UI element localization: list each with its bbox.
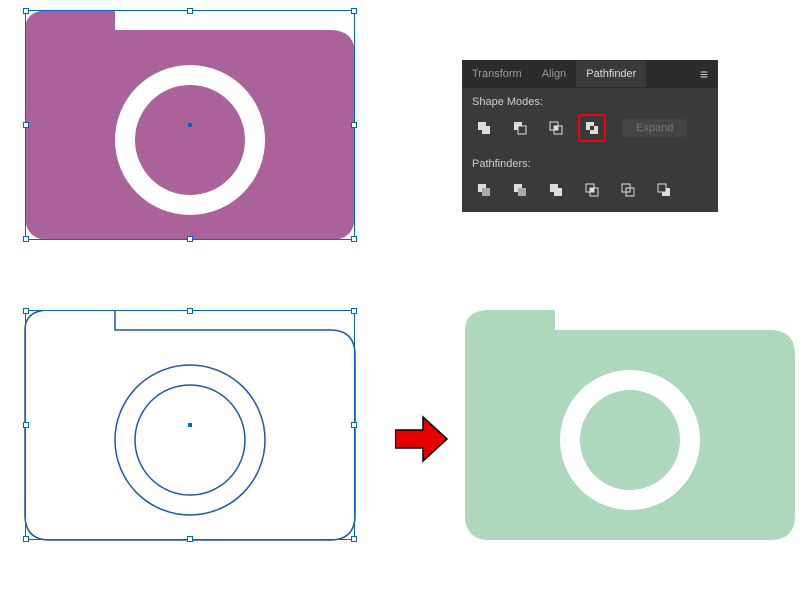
camera-shape-green-result	[455, 310, 804, 565]
camera-shape-purple[interactable]	[15, 10, 365, 265]
intersect-icon[interactable]	[544, 116, 568, 140]
outline-icon[interactable]	[616, 178, 640, 202]
merge-icon[interactable]	[544, 178, 568, 202]
pathfinders-label: Pathfinders:	[472, 158, 708, 170]
tab-transform[interactable]: Transform	[462, 61, 532, 87]
shape-modes-label: Shape Modes:	[472, 96, 708, 108]
arrow-right-icon	[395, 415, 450, 468]
unite-icon[interactable]	[472, 116, 496, 140]
panel-menu-icon[interactable]: ≡	[690, 60, 718, 88]
pathfinders-section: Pathfinders:	[462, 150, 718, 178]
divide-icon[interactable]	[472, 178, 496, 202]
tab-pathfinder[interactable]: Pathfinder	[576, 61, 646, 87]
minus-front-icon[interactable]	[508, 116, 532, 140]
shape-modes-section: Shape Modes:	[462, 88, 718, 116]
tab-align[interactable]: Align	[532, 61, 576, 87]
panel-tabbar: Transform Align Pathfinder ≡	[462, 60, 718, 88]
pathfinder-panel: Transform Align Pathfinder ≡ Shape Modes…	[462, 60, 718, 212]
shape-modes-row: Expand	[462, 116, 718, 150]
camera-shape-outline[interactable]	[15, 310, 365, 565]
crop-icon[interactable]	[580, 178, 604, 202]
minus-back-icon[interactable]	[652, 178, 676, 202]
pathfinders-row	[462, 178, 718, 212]
exclude-icon[interactable]	[580, 116, 604, 140]
trim-icon[interactable]	[508, 178, 532, 202]
expand-button[interactable]: Expand	[622, 119, 687, 137]
